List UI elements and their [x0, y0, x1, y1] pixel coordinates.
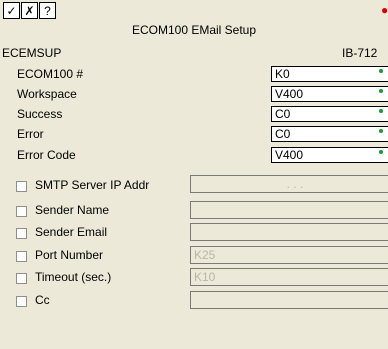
port-number-label: Port Number — [35, 248, 104, 262]
timeout-label: Timeout (sec.) — [35, 270, 112, 284]
field-value: C0 — [275, 127, 291, 141]
indicator-dot-icon — [379, 129, 383, 133]
field-value: K25 — [194, 248, 216, 262]
port-number-checkbox[interactable] — [16, 251, 27, 262]
indicator-dot-icon — [379, 109, 383, 113]
param-label-error: Error — [17, 127, 44, 141]
smtp-server-checkbox[interactable] — [16, 181, 27, 192]
sender-name-checkbox[interactable] — [16, 206, 27, 217]
x-icon: ✗ — [24, 3, 35, 18]
sender-email-checkbox[interactable] — [16, 228, 27, 239]
dialog-footer — [0, 318, 388, 349]
error-field[interactable]: C0 — [271, 126, 388, 142]
indicator-dot-icon — [379, 89, 383, 93]
workspace-field[interactable]: V400 — [271, 86, 388, 102]
accept-button[interactable]: ✓ — [3, 2, 20, 19]
help-icon: ? — [44, 3, 51, 18]
field-value: K10 — [194, 270, 216, 284]
sender-name-label: Sender Name — [35, 203, 110, 217]
smtp-server-ip-field[interactable]: . . . — [190, 175, 388, 193]
param-label-workspace: Workspace — [17, 87, 77, 101]
field-value: K0 — [275, 67, 290, 81]
param-label-success: Success — [17, 107, 63, 121]
field-value: . . . — [286, 177, 304, 191]
sender-email-field[interactable] — [190, 223, 388, 241]
timeout-field[interactable]: K10 — [190, 268, 388, 286]
smtp-server-label: SMTP Server IP Addr — [35, 178, 150, 192]
help-button[interactable]: ? — [39, 2, 56, 19]
indicator-dot-icon — [379, 69, 383, 73]
checkmark-icon: ✓ — [6, 3, 17, 18]
cc-checkbox[interactable] — [16, 296, 27, 307]
dialog-title: ECOM100 EMail Setup — [131, 23, 257, 37]
sender-name-field[interactable] — [190, 201, 388, 219]
field-value: V400 — [275, 148, 304, 162]
cancel-button[interactable]: ✗ — [21, 2, 38, 19]
indicator-dot-icon — [379, 150, 383, 154]
cc-field[interactable] — [190, 291, 388, 309]
ecom100-number-field[interactable]: K0 — [271, 66, 388, 82]
instruction-name: ECEMSUP — [2, 46, 62, 60]
instruction-code: IB-712 — [342, 46, 378, 60]
cc-label: Cc — [35, 293, 50, 307]
param-label-error-code: Error Code — [17, 148, 76, 162]
success-field[interactable]: C0 — [271, 106, 388, 122]
close-icon[interactable]: ● — [381, 3, 388, 17]
timeout-checkbox[interactable] — [16, 273, 27, 284]
error-code-field[interactable]: V400 — [271, 147, 388, 163]
field-value: V400 — [275, 87, 304, 101]
param-label-ecom100: ECOM100 # — [17, 67, 84, 81]
sender-email-label: Sender Email — [35, 225, 108, 239]
port-number-field[interactable]: K25 — [190, 246, 388, 264]
field-value: C0 — [275, 107, 291, 121]
